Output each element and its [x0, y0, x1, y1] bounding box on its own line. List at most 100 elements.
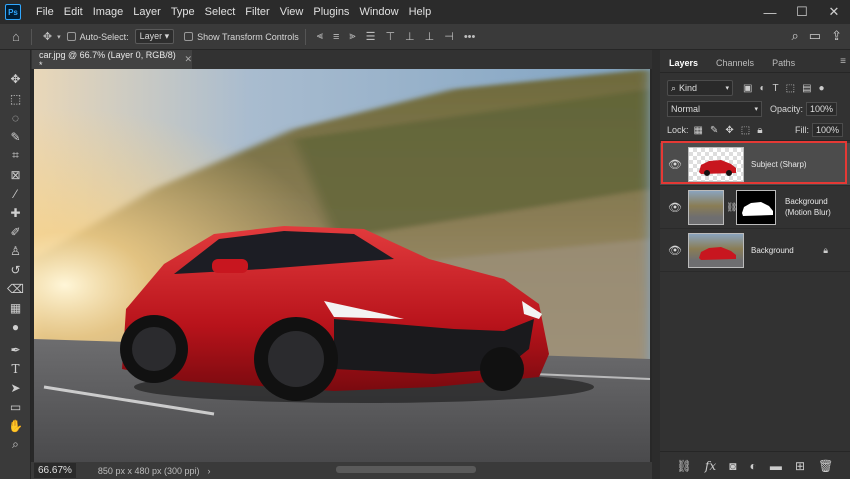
lock-transparency-icon[interactable]: ▦	[694, 125, 703, 136]
move-tool-icon[interactable]: ✥	[43, 30, 52, 43]
maximize-button[interactable]: ☐	[786, 0, 818, 24]
align-right-icon[interactable]: ⫸	[349, 30, 355, 43]
smart-object-filter-icon[interactable]: ▤	[802, 83, 811, 94]
lock-all-icon[interactable]: 🔒︎	[757, 125, 762, 136]
menu-edit[interactable]: Edit	[59, 6, 88, 18]
show-transform-checkbox[interactable]	[184, 32, 194, 41]
brush-tool-icon[interactable]: ✐	[7, 223, 24, 240]
opacity-field[interactable]: 100%	[806, 102, 838, 116]
chevron-down-icon[interactable]: ▾	[57, 33, 61, 41]
layer-background-motion-blur[interactable]: 👁︎ ⛓︎ Background (Motion Blur)	[660, 186, 850, 229]
zoom-tool-icon[interactable]: ⌕	[7, 436, 24, 453]
fx-icon[interactable]: fx	[705, 459, 716, 473]
eraser-tool-icon[interactable]: ⌫	[7, 280, 24, 297]
menu-view[interactable]: View	[275, 6, 309, 18]
align-top-icon[interactable]: ⊤	[385, 30, 395, 43]
lasso-tool-icon[interactable]: ◌	[7, 109, 24, 126]
lock-icon[interactable]: 🔒︎	[823, 245, 828, 256]
trash-icon[interactable]: 🗑︎	[818, 459, 833, 473]
horizontal-scrollbar[interactable]	[336, 466, 476, 473]
zoom-field[interactable]: 66.67%	[34, 463, 76, 478]
canvas[interactable]	[34, 69, 650, 462]
shape-filter-icon[interactable]: ⬚	[786, 83, 795, 94]
blend-mode-dropdown[interactable]: Normal ▾	[667, 101, 762, 117]
layer-background[interactable]: 👁︎ Background 🔒︎	[660, 229, 850, 272]
layer-name-line2: (Motion Blur)	[785, 208, 831, 217]
type-tool-icon[interactable]: T	[7, 360, 24, 377]
tab-paths[interactable]: Paths	[763, 53, 804, 73]
auto-select-target-dropdown[interactable]: Layer ▾	[134, 29, 175, 44]
gradient-tool-icon[interactable]: ▦	[7, 299, 24, 316]
document-tab[interactable]: car.jpg @ 66.7% (Layer 0, RGB/8) * ✕	[32, 50, 192, 70]
fill-label: Fill:	[794, 125, 809, 135]
menu-type[interactable]: Type	[166, 6, 200, 18]
layers-list: 👁︎ Subject (Sharp) 👁︎ ⛓︎ Background (Mot…	[660, 140, 850, 440]
photoshop-logo[interactable]: Ps	[5, 4, 21, 20]
visibility-eye-icon[interactable]: 👁︎	[668, 158, 682, 171]
menu-filter[interactable]: Filter	[240, 6, 274, 18]
new-layer-icon[interactable]: ⊞	[795, 459, 805, 473]
workspace-icon[interactable]: ▭	[809, 28, 821, 44]
filter-toggle-icon[interactable]: ●	[819, 83, 825, 94]
crop-tool-icon[interactable]: ⌗	[7, 147, 24, 164]
path-select-icon[interactable]: ➤	[7, 379, 24, 396]
align-edge-icon[interactable]: ⊣	[444, 30, 454, 43]
lock-artboard-icon[interactable]: ⬚	[741, 125, 750, 136]
vertical-scrollbar[interactable]	[652, 50, 660, 479]
menu-window[interactable]: Window	[354, 6, 403, 18]
close-tab-icon[interactable]: ✕	[184, 54, 192, 65]
layer-mask-thumbnail[interactable]	[736, 189, 776, 225]
pixel-filter-icon[interactable]: ▣	[743, 83, 752, 94]
share-icon[interactable]: ⇪	[831, 28, 842, 44]
lock-position-icon[interactable]: ✥	[725, 125, 733, 136]
hand-tool-icon[interactable]: ✋	[7, 417, 24, 434]
mask-icon[interactable]: ◙	[729, 459, 736, 473]
move-tool-icon[interactable]: ✥	[7, 70, 24, 87]
type-filter-icon[interactable]: T	[773, 83, 779, 94]
search-icon[interactable]: ⌕	[792, 28, 799, 44]
tab-channels[interactable]: Channels	[707, 53, 763, 73]
visibility-eye-icon[interactable]: 👁︎	[668, 201, 682, 214]
adjustment-filter-icon[interactable]: ◐	[759, 83, 765, 94]
home-icon[interactable]: ⌂	[12, 29, 20, 44]
marquee-tool-icon[interactable]: ⬚	[7, 90, 24, 107]
options-bar: ⌂ ✥ ▾ Auto-Select: Layer ▾ Show Transfor…	[0, 24, 850, 50]
distribute-icon[interactable]: ☰	[366, 30, 376, 43]
lock-image-icon[interactable]: ✎	[710, 125, 718, 136]
close-button[interactable]: ✕	[818, 0, 850, 24]
search-icon: ⌕	[671, 82, 677, 93]
link-icon[interactable]: ⛓︎	[677, 459, 692, 473]
menu-help[interactable]: Help	[404, 6, 437, 18]
blur-tool-icon[interactable]: ●	[7, 318, 24, 335]
auto-select-checkbox[interactable]	[66, 32, 76, 41]
pen-tool-icon[interactable]: ✒	[7, 341, 24, 358]
quick-select-tool-icon[interactable]: ✎	[7, 128, 24, 145]
menu-file[interactable]: File	[31, 6, 59, 18]
align-center-icon[interactable]: ≡	[333, 31, 339, 43]
clone-stamp-icon[interactable]: ♙	[7, 242, 24, 259]
tab-layers[interactable]: Layers	[660, 53, 707, 73]
menu-layer[interactable]: Layer	[128, 6, 166, 18]
visibility-eye-icon[interactable]: 👁︎	[668, 244, 682, 257]
menu-image[interactable]: Image	[88, 6, 129, 18]
shape-tool-icon[interactable]: ▭	[7, 398, 24, 415]
fill-field[interactable]: 100%	[811, 123, 843, 137]
eyedropper-tool-icon[interactable]: ⁄	[7, 185, 24, 202]
folder-icon[interactable]: ▬	[770, 459, 782, 473]
panel-menu-icon[interactable]: ≡	[840, 56, 846, 67]
adjustment-icon[interactable]: ◐	[750, 459, 757, 473]
healing-brush-icon[interactable]: ✚	[7, 204, 24, 221]
kind-filter-dropdown[interactable]: ⌕ Kind ▾	[667, 80, 733, 96]
menu-select[interactable]: Select	[200, 6, 241, 18]
history-brush-icon[interactable]: ↺	[7, 261, 24, 278]
layer-subject-sharp[interactable]: 👁︎ Subject (Sharp)	[660, 143, 850, 186]
more-options-icon[interactable]: •••	[464, 31, 476, 43]
chevron-right-icon[interactable]: ›	[208, 466, 211, 476]
frame-tool-icon[interactable]: ⊠	[7, 166, 24, 183]
minimize-button[interactable]: —	[754, 0, 786, 24]
align-left-icon[interactable]: ⫷	[317, 30, 323, 43]
menu-plugins[interactable]: Plugins	[308, 6, 354, 18]
chevron-down-icon: ▾	[754, 106, 758, 113]
align-middle-icon[interactable]: ⊥	[405, 30, 415, 43]
align-bottom-icon[interactable]: ⊥	[425, 30, 435, 43]
